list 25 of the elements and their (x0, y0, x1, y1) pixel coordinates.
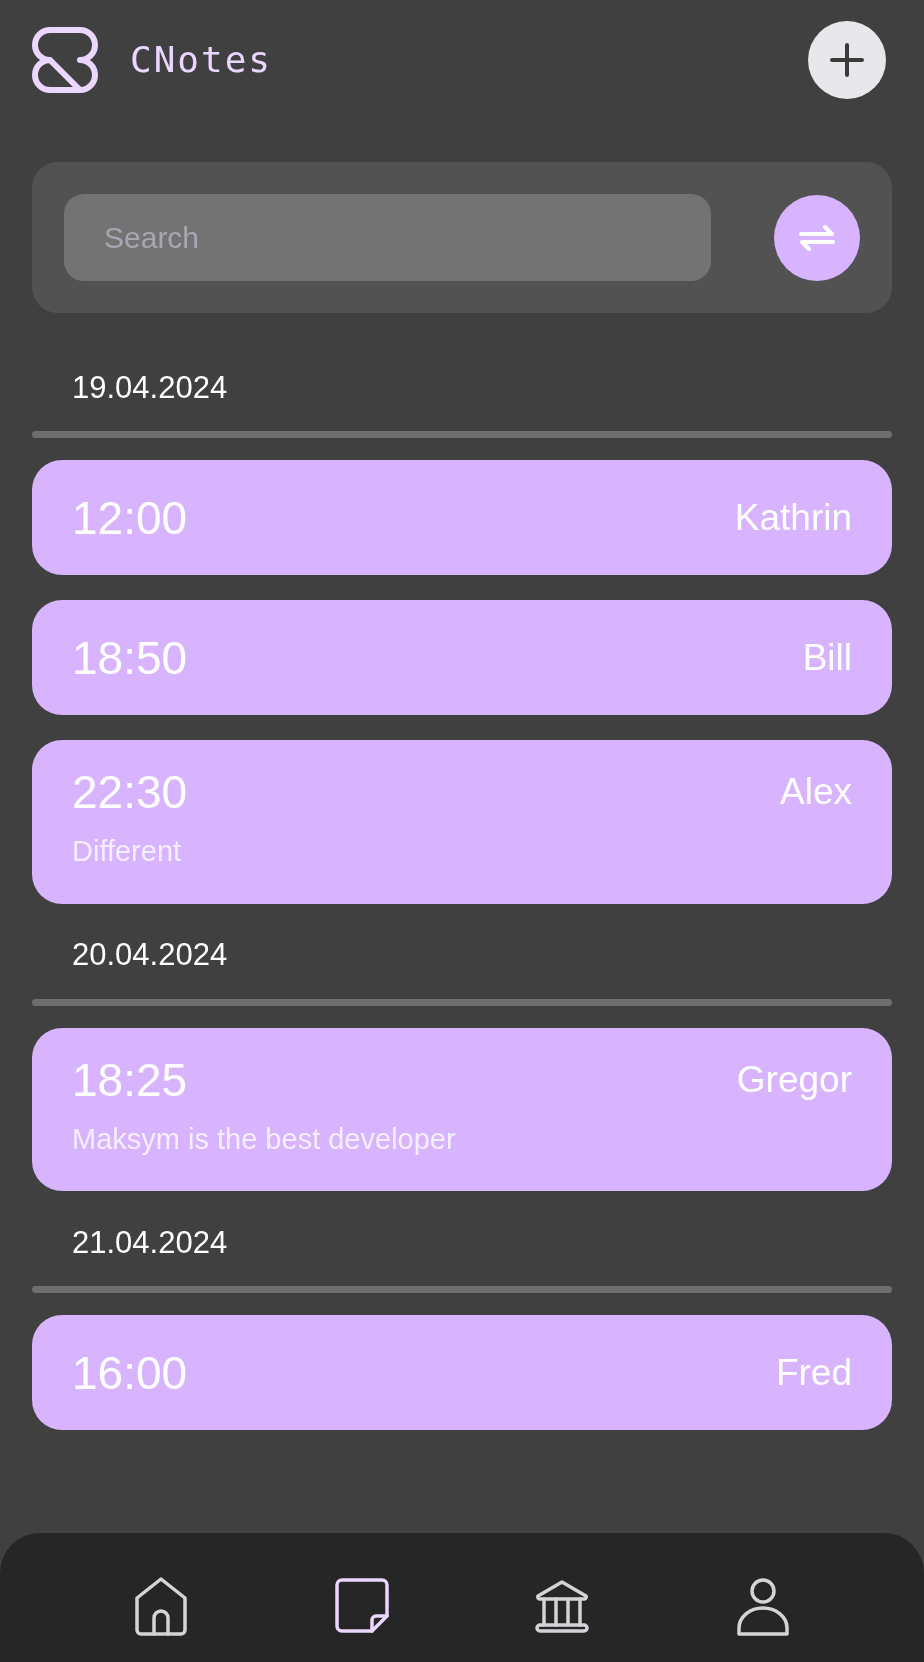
note-card[interactable]: 12:00 Kathrin (32, 460, 892, 575)
note-author: Gregor (736, 1057, 852, 1102)
plus-icon (829, 42, 865, 78)
note-card[interactable]: 18:25 Gregor Maksym is the best developer (32, 1027, 892, 1191)
note-time: 18:25 (72, 1052, 188, 1108)
swap-icon (798, 223, 836, 252)
date-heading: 19.04.2024 (72, 368, 228, 407)
note-author: Fred (775, 1350, 852, 1395)
date-heading: 20.04.2024 (72, 936, 228, 974)
date-heading: 21.04.2024 (72, 1223, 228, 1262)
note-time: 16:00 (72, 1345, 188, 1401)
search-field[interactable]: Search (64, 194, 711, 281)
note-author: Alex (780, 770, 852, 815)
app-title: CNotes (130, 38, 273, 82)
note-card[interactable]: 18:50 Bill (32, 600, 892, 715)
note-text: Different (72, 834, 182, 869)
note-author: Bill (802, 635, 852, 680)
logo-icon (32, 27, 98, 93)
note-card[interactable]: 22:30 Alex Different (32, 740, 892, 904)
note-card[interactable]: 16:00 Fred (32, 1315, 892, 1430)
note-time: 18:50 (72, 630, 188, 686)
note-time: 12:00 (72, 490, 188, 546)
note-author: Kathrin (734, 495, 852, 540)
note-text: Maksym is the best developer (72, 1121, 456, 1157)
note-time: 22:30 (72, 765, 188, 820)
